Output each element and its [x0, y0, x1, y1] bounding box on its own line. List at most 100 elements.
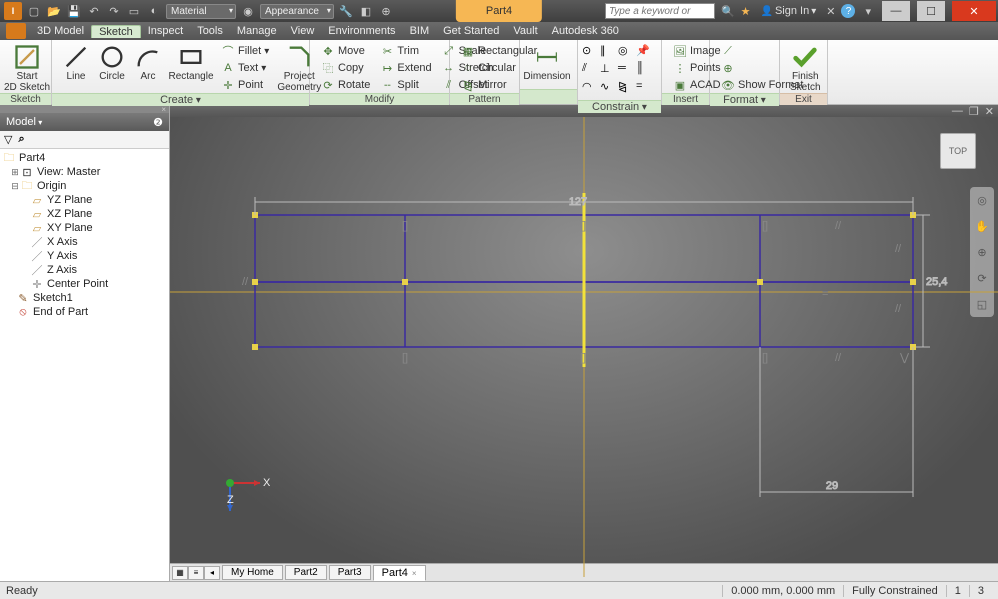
line-button[interactable]: Line — [58, 43, 94, 82]
tab-3dmodel[interactable]: 3D Model — [30, 25, 91, 37]
filter-icon[interactable]: ▽ — [4, 133, 12, 146]
qat-new-icon[interactable]: ▢ — [26, 3, 42, 19]
constraint-collinear-icon[interactable]: ∥ — [600, 44, 616, 60]
rectangle-button[interactable]: Rectangle — [166, 43, 216, 82]
tab-view[interactable]: View — [284, 25, 322, 37]
tree-y-axis[interactable]: ／Y Axis — [0, 249, 169, 263]
constraint-symmetric-icon[interactable]: ⧎ — [618, 80, 634, 96]
help-dropdown-icon[interactable]: ▾ — [861, 5, 875, 18]
find-icon[interactable]: ⌕ — [18, 133, 24, 146]
group-constrain-label[interactable]: Constrain ▾ — [578, 100, 661, 113]
status-constraint: Fully Constrained — [843, 585, 946, 597]
tab-environments[interactable]: Environments — [321, 25, 402, 37]
tree-root[interactable]: 🗀Part4 — [0, 151, 169, 165]
viewport-close-icon[interactable]: ✕ — [985, 105, 994, 118]
arc-button[interactable]: Arc — [130, 43, 166, 82]
window-maximize-button[interactable]: ☐ — [917, 1, 945, 21]
tree-end-of-part[interactable]: ⦸End of Part — [0, 305, 169, 319]
part-icon: 🗀 — [2, 152, 16, 164]
file-menu-button[interactable] — [6, 23, 26, 39]
qat-undo-icon[interactable]: ↶ — [86, 3, 102, 19]
tree-z-axis[interactable]: ／Z Axis — [0, 263, 169, 277]
dimension-button[interactable]: Dimension — [526, 43, 568, 82]
search-input[interactable] — [605, 3, 715, 19]
appearance-dropdown[interactable]: Appearance — [260, 4, 334, 19]
line-icon — [62, 43, 90, 71]
split-icon: ╌ — [380, 78, 394, 92]
viewport-restore-icon[interactable]: ❐ — [969, 105, 979, 118]
qat-appearance-icon[interactable]: ◉ — [240, 3, 256, 19]
tab-autodesk360[interactable]: Autodesk 360 — [545, 25, 626, 37]
svg-text:Z: Z — [227, 494, 234, 506]
tab-vault[interactable]: Vault — [506, 25, 544, 37]
point-button[interactable]: ✛Point — [218, 77, 272, 93]
axis-icon: ／ — [30, 236, 44, 248]
move-button[interactable]: ✥Move — [318, 43, 373, 59]
qat-select-icon[interactable]: ▭ — [126, 3, 142, 19]
split-button[interactable]: ╌Split — [377, 77, 434, 93]
constraint-coincident-icon[interactable]: ⊙ — [582, 44, 598, 60]
status-n2: 3 — [969, 585, 992, 597]
browser-options-icon[interactable]: ❷ — [153, 116, 163, 129]
qat-more-icon[interactable]: ⊕ — [378, 3, 394, 19]
tab-bim[interactable]: BIM — [403, 25, 437, 37]
finish-sketch-button[interactable]: Finish Sketch — [786, 43, 825, 93]
status-bar: Ready 0.000 mm, 0.000 mm Fully Constrain… — [0, 581, 998, 599]
tab-sketch[interactable]: Sketch — [91, 25, 141, 38]
trim-button[interactable]: ✂Trim — [377, 43, 434, 59]
fillet-button[interactable]: ⌒Fillet ▾ — [218, 43, 272, 59]
constraint-horizontal-icon[interactable]: ═ — [618, 62, 634, 78]
window-minimize-button[interactable]: — — [882, 1, 910, 21]
browser-pin-bar[interactable]: × — [0, 105, 169, 113]
constraint-smooth-icon[interactable]: ∿ — [600, 80, 616, 96]
window-close-button[interactable]: ✕ — [952, 1, 996, 21]
tree-xy-plane[interactable]: ▱XY Plane — [0, 221, 169, 235]
viewport-minimize-icon[interactable]: — — [952, 105, 963, 117]
group-create-label[interactable]: Create ▾ — [52, 93, 309, 106]
tree-sketch1[interactable]: ✎Sketch1 — [0, 291, 169, 305]
material-dropdown[interactable]: Material — [166, 4, 236, 19]
browser-header[interactable]: Model❷ — [0, 113, 169, 131]
rotate-button[interactable]: ⟳Rotate — [318, 77, 373, 93]
circle-button[interactable]: Circle — [94, 43, 130, 82]
constraint-concentric-icon[interactable]: ◎ — [618, 44, 634, 60]
tab-inspect[interactable]: Inspect — [141, 25, 190, 37]
tree-xz-plane[interactable]: ▱XZ Plane — [0, 207, 169, 221]
axis-icon: ／ — [30, 264, 44, 276]
tab-tools[interactable]: Tools — [190, 25, 230, 37]
qat-redo-icon[interactable]: ↷ — [106, 3, 122, 19]
tab-manage[interactable]: Manage — [230, 25, 284, 37]
qat-sphere-icon[interactable]: ◐ — [146, 3, 162, 19]
constraint-tangent-icon[interactable]: ◠ — [582, 80, 598, 96]
qat-open-icon[interactable]: 📂 — [46, 3, 62, 19]
text-button[interactable]: AText ▾ — [218, 60, 272, 76]
tab-getstarted[interactable]: Get Started — [436, 25, 506, 37]
search-icon[interactable]: 🔍 — [721, 5, 735, 18]
constraint-parallel-icon[interactable]: ⫽ — [582, 62, 598, 78]
constraint-equal-icon[interactable]: = — [636, 80, 652, 96]
group-format-label[interactable]: Format ▾ — [710, 93, 779, 106]
start-2d-sketch-button[interactable]: Start 2D Sketch — [6, 43, 48, 93]
help-icon[interactable]: ? — [841, 4, 855, 18]
copy-button[interactable]: ⿻Copy — [318, 60, 373, 76]
qat-measure-icon[interactable]: ◧ — [358, 3, 374, 19]
tree-x-axis[interactable]: ／X Axis — [0, 235, 169, 249]
tree-origin[interactable]: ⊟🗀Origin — [0, 179, 169, 193]
qat-color-icon[interactable]: 🔧 — [338, 3, 354, 19]
arc-icon — [134, 43, 162, 71]
graphics-canvas[interactable]: TOP ◎ ✋ ⊕ ⟳ ◱ — [170, 117, 998, 563]
star-icon[interactable]: ★ — [741, 5, 751, 18]
svg-text://: // — [895, 303, 902, 315]
app-logo[interactable]: I — [4, 2, 22, 20]
fillet-icon: ⌒ — [221, 44, 235, 58]
exchange-icon[interactable]: ✕ — [826, 5, 835, 18]
constraint-perpendicular-icon[interactable]: ⊥ — [600, 62, 616, 78]
tree-center-point[interactable]: ✛Center Point — [0, 277, 169, 291]
svg-text:25,4: 25,4 — [926, 276, 947, 288]
trim-icon: ✂ — [380, 44, 394, 58]
constraint-vertical-icon[interactable]: ║ — [636, 62, 652, 78]
signin-button[interactable]: 👤 Sign In ▾ — [757, 5, 821, 17]
qat-save-icon[interactable]: 💾 — [66, 3, 82, 19]
constraint-fix-icon[interactable]: 📌 — [636, 44, 652, 60]
extend-button[interactable]: ↦Extend — [377, 60, 434, 76]
